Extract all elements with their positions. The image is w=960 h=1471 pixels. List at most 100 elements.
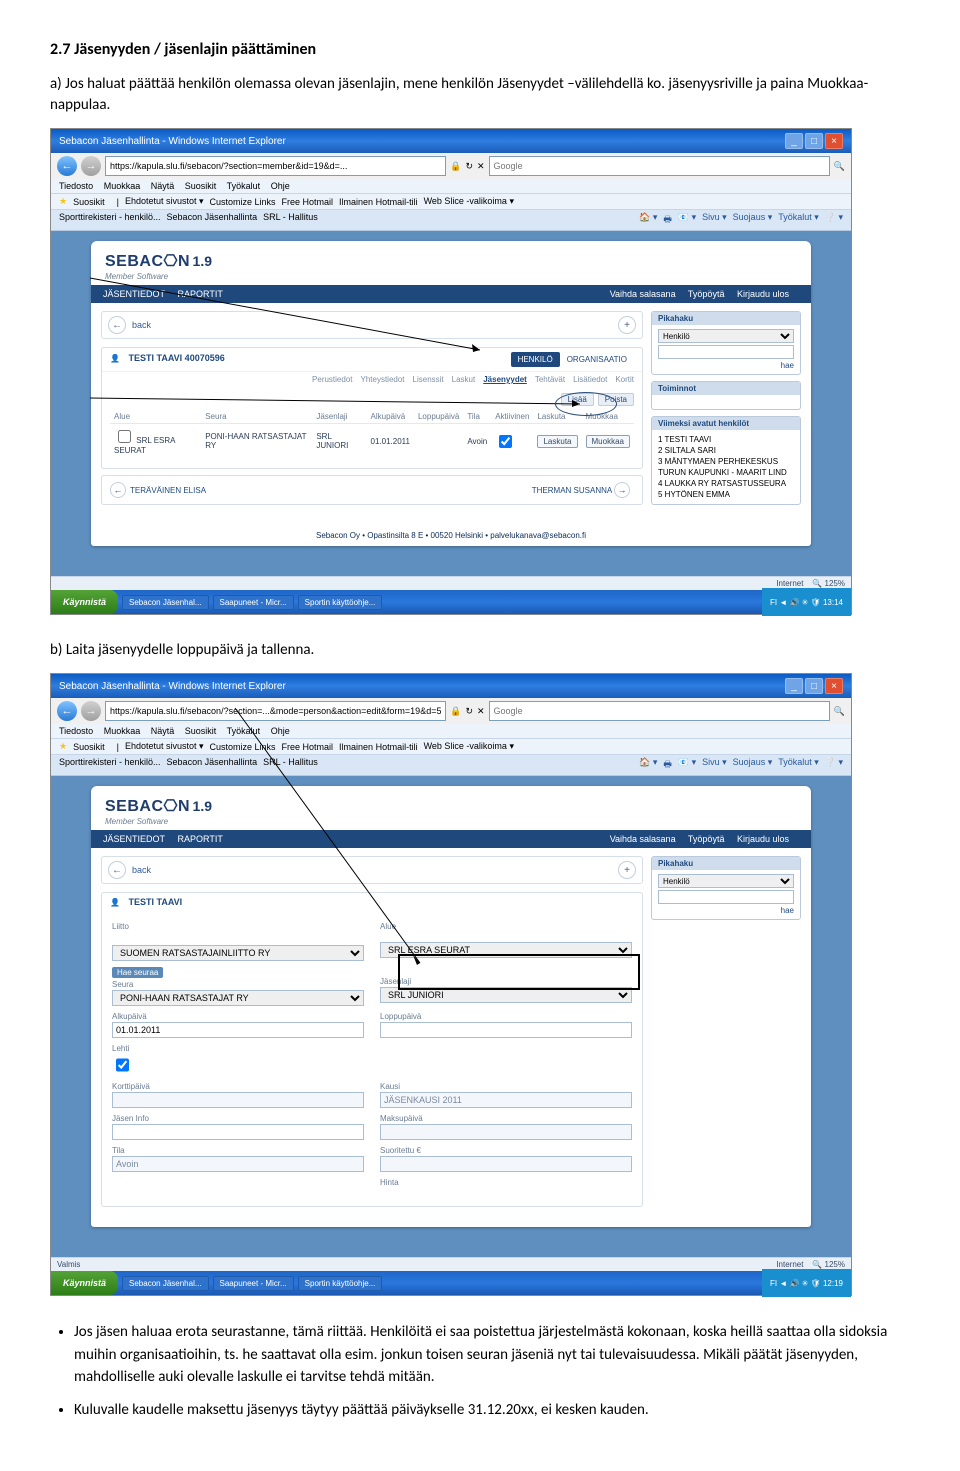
back-row[interactable]: ← back + — [101, 856, 643, 884]
fav-label[interactable]: Suosikit — [73, 742, 105, 752]
nav-vaihda[interactable]: Vaihda salasana — [610, 289, 676, 299]
fav-link-2[interactable]: Free Hotmail — [282, 197, 334, 207]
fav-link-4[interactable]: Web Slice -valikoima ▾ — [424, 741, 514, 752]
minimize-button[interactable]: _ — [785, 133, 803, 149]
pikahaku-type[interactable]: Henkilö — [658, 874, 794, 888]
muokkaa-button[interactable]: Muokkaa — [586, 435, 630, 448]
subtab-tehtavat[interactable]: Tehtävät — [535, 375, 565, 384]
tab-organisaatio[interactable]: ORGANISAATIO — [560, 352, 634, 367]
alkupv-input[interactable] — [112, 1022, 364, 1038]
task-item[interactable]: Sebacon Jäsenhal... — [122, 595, 209, 610]
system-tray[interactable]: FI ◄ 🔊 ✳ 🛡 12:19 — [762, 1269, 851, 1297]
hae-seuraa-button[interactable]: Hae seuraa — [112, 967, 163, 978]
recent-item[interactable]: 1 TESTI TAAVI — [658, 434, 794, 445]
jasenlaji-select[interactable]: SRL JUNIORI — [380, 987, 632, 1003]
task-item[interactable]: Sportin käyttöohje... — [298, 595, 383, 610]
tool-page[interactable]: Sivu ▾ — [702, 757, 727, 773]
menu-muokkaa[interactable]: Muokkaa — [104, 181, 141, 191]
recent-item[interactable]: 4 LAUKKA RY RATSASTUSSEURA — [658, 478, 794, 489]
start-button[interactable]: Käynnistä — [51, 1271, 118, 1295]
tool-help[interactable]: ❔ ▾ — [825, 212, 843, 228]
tool-mail[interactable]: 📧 ▾ — [678, 757, 696, 773]
menu-ohje[interactable]: Ohje — [271, 726, 290, 736]
pikahaku-input[interactable] — [658, 890, 794, 904]
close-button[interactable]: × — [825, 678, 843, 694]
subtab-yhteystiedot[interactable]: Yhteystiedot — [361, 375, 405, 384]
liitto-select[interactable]: SUOMEN RATSASTAJAINLIITTO RY — [112, 945, 364, 961]
tool-home[interactable]: 🏠 ▾ — [639, 757, 657, 773]
pikahaku-input[interactable] — [658, 345, 794, 359]
row-checkbox[interactable] — [118, 430, 131, 443]
pikahaku-type[interactable]: Henkilö — [658, 329, 794, 343]
nav-raportit[interactable]: RAPORTIT — [178, 289, 223, 299]
url-input[interactable] — [105, 156, 446, 176]
menu-tiedosto[interactable]: Tiedosto — [59, 181, 93, 191]
next-name[interactable]: THERMAN SUSANNA — [532, 486, 612, 495]
stop-icon[interactable]: ✕ — [477, 161, 485, 172]
back-row[interactable]: ← back + — [101, 311, 643, 339]
menu-muokkaa[interactable]: Muokkaa — [104, 726, 141, 736]
fav-link-3[interactable]: Ilmainen Hotmail-tili — [339, 742, 418, 752]
nav-tyopoyto[interactable]: Työpöytä — [688, 289, 725, 299]
page-tab-2[interactable]: SRL - Hallitus — [263, 757, 318, 773]
close-button[interactable]: × — [825, 133, 843, 149]
maximize-button[interactable]: □ — [805, 678, 823, 694]
fav-link-1[interactable]: Customize Links — [210, 197, 276, 207]
recent-item[interactable]: 2 SILTALA SARI — [658, 445, 794, 456]
tool-tools[interactable]: Työkalut ▾ — [778, 212, 819, 228]
subtab-laskut[interactable]: Laskut — [452, 375, 476, 384]
menu-tyokalut[interactable]: Työkalut — [227, 726, 261, 736]
recent-item[interactable]: TURUN KAUPUNKI - MAARIT LIND — [658, 467, 794, 478]
tool-page[interactable]: Sivu ▾ — [702, 212, 727, 228]
next-icon[interactable]: → — [614, 482, 630, 498]
fav-link-0[interactable]: Ehdotetut sivustot ▾ — [125, 741, 204, 752]
menu-suosikit[interactable]: Suosikit — [185, 726, 217, 736]
laskuta-button[interactable]: Laskuta — [537, 435, 577, 448]
prev-icon[interactable]: ← — [110, 482, 126, 498]
page-tab-1[interactable]: Sebacon Jäsenhallinta — [167, 212, 258, 228]
nav-tyopoyto[interactable]: Työpöytä — [688, 834, 725, 844]
minimize-button[interactable]: _ — [785, 678, 803, 694]
tool-mail[interactable]: 📧 ▾ — [678, 212, 696, 228]
tool-tools[interactable]: Työkalut ▾ — [778, 757, 819, 773]
forward-button[interactable]: → — [81, 156, 101, 176]
nav-kirjaudu[interactable]: Kirjaudu ulos — [737, 289, 789, 299]
recent-item[interactable]: 5 HYTÖNEN EMMA — [658, 489, 794, 500]
tool-help[interactable]: ❔ ▾ — [825, 757, 843, 773]
tool-home[interactable]: 🏠 ▾ — [639, 212, 657, 228]
nav-raportit[interactable]: RAPORTIT — [178, 834, 223, 844]
subtab-lisatiedot[interactable]: Lisätiedot — [573, 375, 607, 384]
search-go-icon[interactable]: 🔍 — [834, 706, 845, 717]
page-tab-0[interactable]: Sporttirekisteri - henkilö... — [59, 212, 161, 228]
fav-link-3[interactable]: Ilmainen Hotmail-tili — [339, 197, 418, 207]
recent-item[interactable]: 3 MÄNTYMAEN PERHEKESKUS — [658, 456, 794, 467]
alue-select[interactable]: SRL ESRA SEURAT — [380, 942, 632, 958]
task-item[interactable]: Saapuneet - Micr... — [213, 1276, 294, 1291]
info-input[interactable] — [112, 1124, 364, 1140]
prev-name[interactable]: TERÄVÄINEN ELISA — [130, 486, 206, 495]
seura-select[interactable]: PONI-HAAN RATSASTAJAT RY — [112, 990, 364, 1006]
subtab-lisenssit[interactable]: Lisenssit — [413, 375, 444, 384]
fav-link-0[interactable]: Ehdotetut sivustot ▾ — [125, 196, 204, 207]
menu-nayta[interactable]: Näytä — [151, 181, 175, 191]
tool-security[interactable]: Suojaus ▾ — [733, 212, 773, 228]
menu-tiedosto[interactable]: Tiedosto — [59, 726, 93, 736]
page-tab-1[interactable]: Sebacon Jäsenhallinta — [167, 757, 258, 773]
forward-button[interactable]: → — [81, 701, 101, 721]
fav-label[interactable]: Suosikit — [73, 197, 105, 207]
pikahaku-hae[interactable]: hae — [658, 361, 794, 370]
refresh-icon[interactable]: ↻ — [465, 161, 473, 172]
nav-vaihda[interactable]: Vaihda salasana — [610, 834, 676, 844]
refresh-icon[interactable]: ↻ — [465, 706, 473, 717]
subtab-kortit[interactable]: Kortit — [615, 375, 634, 384]
nav-jasentiedot[interactable]: JÄSENTIEDOT — [103, 289, 165, 299]
menu-tyokalut[interactable]: Työkalut — [227, 181, 261, 191]
tool-security[interactable]: Suojaus ▾ — [733, 757, 773, 773]
nav-kirjaudu[interactable]: Kirjaudu ulos — [737, 834, 789, 844]
aktiivinen-checkbox[interactable] — [499, 435, 512, 448]
status-zoom[interactable]: 🔍 125% — [812, 1260, 845, 1269]
browser-search[interactable] — [489, 701, 830, 721]
task-item[interactable]: Sebacon Jäsenhal... — [122, 1276, 209, 1291]
start-button[interactable]: Käynnistä — [51, 590, 118, 614]
pikahaku-hae[interactable]: hae — [658, 906, 794, 915]
